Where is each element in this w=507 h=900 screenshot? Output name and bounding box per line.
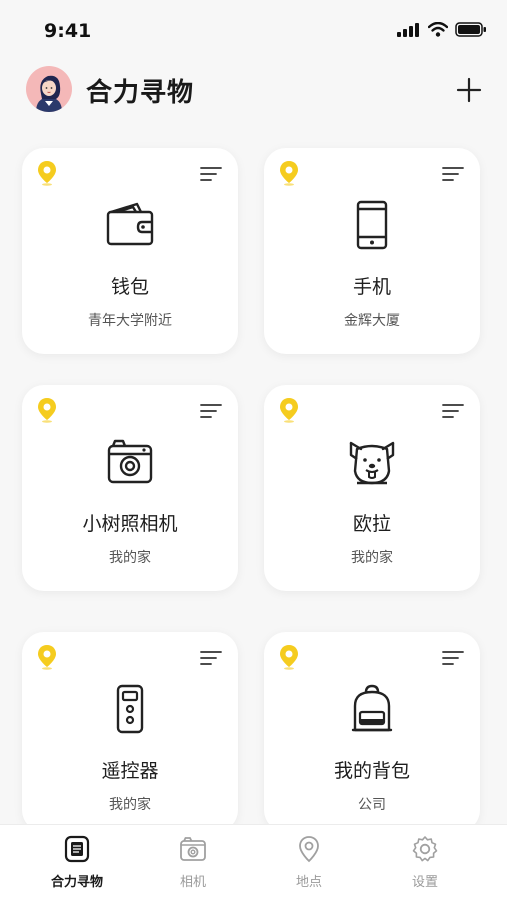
menu-icon[interactable]: [200, 166, 222, 182]
item-location: 我的家: [109, 797, 151, 813]
item-card[interactable]: 我的背包 公司: [264, 632, 480, 832]
tab-label: 合力寻物: [50, 875, 103, 890]
location-pin-icon: [280, 645, 298, 670]
item-location: 青年大学附近: [88, 313, 172, 329]
wifi-icon: [428, 22, 448, 37]
item-name: 手机: [352, 276, 391, 298]
item-location: 我的家: [351, 550, 393, 566]
tab-finder[interactable]: 合力寻物: [14, 825, 140, 900]
wallet-icon: [106, 202, 154, 246]
menu-icon[interactable]: [442, 650, 464, 666]
tab-bar: 合力寻物 相机 地点 设置: [0, 824, 507, 900]
item-name: 钱包: [110, 276, 149, 298]
location-icon: [299, 836, 319, 863]
status-icons: [397, 22, 487, 37]
tab-label: 设置: [411, 875, 438, 890]
dog-icon: [349, 441, 395, 485]
item-card[interactable]: 钱包 青年大学附近: [22, 148, 238, 354]
page-title: 合力寻物: [86, 78, 195, 108]
item-card[interactable]: 手机 金辉大厦: [264, 148, 480, 354]
plus-icon: [456, 77, 482, 103]
screen: 9:41 合力寻物 钱包 青年大学附近 手机 金辉大厦 小树照相机 我的家 欧拉…: [0, 0, 507, 900]
add-button[interactable]: [455, 76, 483, 104]
item-location: 公司: [358, 797, 386, 813]
menu-icon[interactable]: [442, 403, 464, 419]
tab-camera[interactable]: 相机: [130, 825, 256, 900]
tab-settings[interactable]: 设置: [362, 825, 488, 900]
tab-label: 相机: [179, 875, 206, 890]
camera-icon: [107, 439, 153, 484]
finder-icon: [64, 835, 90, 863]
signal-icon: [397, 22, 419, 37]
phone-icon: [356, 200, 388, 250]
location-pin-icon: [280, 161, 298, 186]
location-pin-icon: [38, 645, 56, 670]
item-name: 欧拉: [352, 513, 391, 535]
battery-icon: [455, 22, 486, 37]
item-card[interactable]: 遥控器 我的家: [22, 632, 238, 832]
avatar[interactable]: [26, 66, 72, 112]
location-pin-icon: [38, 398, 56, 423]
menu-icon[interactable]: [200, 403, 222, 419]
item-location: 我的家: [109, 550, 151, 566]
status-bar: 9:41: [0, 0, 507, 60]
remote-icon: [116, 684, 144, 734]
item-name: 小树照相机: [82, 513, 178, 535]
location-pin-icon: [280, 398, 298, 423]
gear-icon: [412, 836, 438, 862]
item-name: 我的背包: [333, 760, 410, 782]
camera-icon: [180, 837, 206, 861]
tab-location[interactable]: 地点: [246, 825, 372, 900]
menu-icon[interactable]: [200, 650, 222, 666]
header: 合力寻物: [0, 62, 507, 118]
location-pin-icon: [38, 161, 56, 186]
menu-icon[interactable]: [442, 166, 464, 182]
item-location: 金辉大厦: [344, 313, 400, 329]
status-time: 9:41: [44, 20, 92, 42]
item-name: 遥控器: [101, 760, 159, 782]
item-card[interactable]: 小树照相机 我的家: [22, 385, 238, 591]
tab-label: 地点: [295, 875, 322, 890]
backpack-icon: [351, 684, 393, 732]
item-card[interactable]: 欧拉 我的家: [264, 385, 480, 591]
